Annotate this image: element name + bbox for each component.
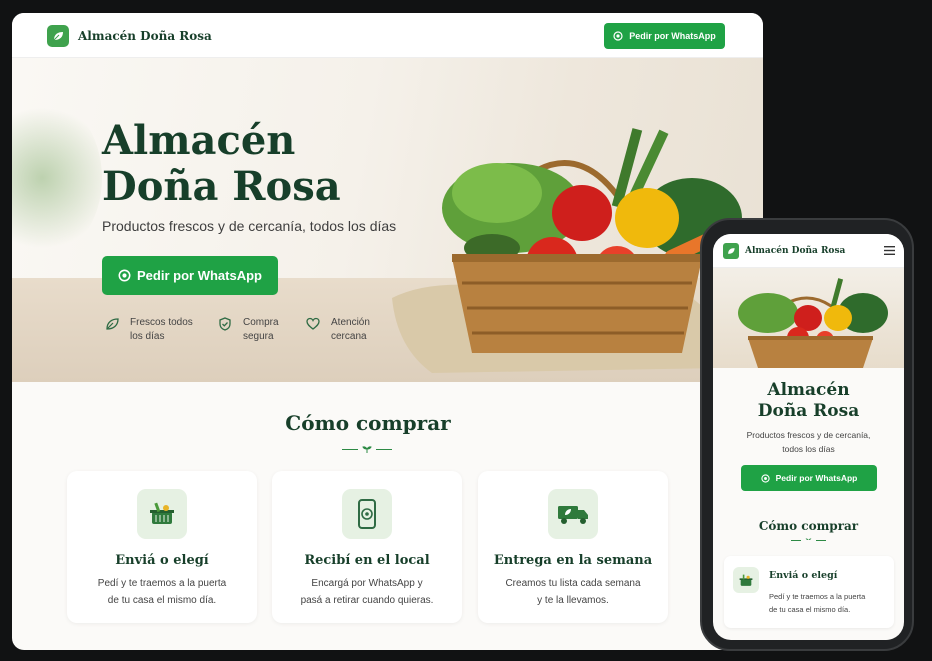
leaf-logo-icon <box>723 243 739 259</box>
step-2-line1: Encargá por WhatsApp y <box>311 578 423 589</box>
phone-whatsapp-icon <box>342 489 392 539</box>
mobile-hero-subtitle: Productos frescos y de cercanía, todos l… <box>713 428 904 456</box>
mobile-step-line1: Pedí y te traemos a la puerta <box>769 592 866 601</box>
feature-fresh: Frescos todos los días <box>104 316 193 344</box>
whatsapp-icon <box>118 269 131 282</box>
step-card-1: Enviá o elegí Pedí y te traemos a la pue… <box>67 471 257 623</box>
header-cta-label: Pedir por WhatsApp <box>629 31 716 41</box>
mobile-title-line2: Doña Rosa <box>757 401 860 421</box>
mobile-screen: Almacén Doña Rosa Almacén Doña Rosa Prod… <box>713 234 904 640</box>
sprout-icon <box>805 538 812 543</box>
mobile-step-desc: Pedí y te traemos a la puerta de tu casa… <box>769 590 865 616</box>
step-2-title: Recibí en el local <box>304 553 430 568</box>
basket-icon <box>733 567 759 593</box>
step-1-title: Enviá o elegí <box>115 553 209 568</box>
red-pepper <box>552 185 612 241</box>
heart-icon <box>306 317 320 330</box>
step-1-line2: de tu casa el mismo día. <box>107 595 217 606</box>
mobile-sub-line2: todos los días <box>782 444 835 454</box>
blurred-plant <box>12 98 102 258</box>
hero-cta-label: Pedir por WhatsApp <box>137 268 262 283</box>
vegetable-basket-image <box>738 278 888 368</box>
brand-name[interactable]: Almacén Doña Rosa <box>78 29 212 43</box>
delivery-truck-icon <box>548 489 598 539</box>
step-3-line2: y te la llevamos. <box>537 595 609 606</box>
hero-title-line1: Almacén <box>102 117 296 164</box>
sprout-icon <box>362 446 372 453</box>
mobile-header: Almacén Doña Rosa <box>713 234 904 268</box>
whatsapp-icon <box>613 31 623 41</box>
step-3-line1: Creamos tu lista cada semana <box>505 578 641 589</box>
feature-fresh-line2: los días <box>130 331 165 342</box>
leaf-logo-icon <box>47 25 69 47</box>
step-1-line1: Pedí y te traemos a la puerta <box>97 578 227 589</box>
hero-title: Almacén Doña Rosa <box>102 118 362 210</box>
basket <box>452 258 702 353</box>
step-3-title: Entrega en la semana <box>493 553 653 568</box>
mobile-sub-line1: Productos frescos y de cercanía, <box>746 430 871 440</box>
feature-secure-line2: segura <box>243 331 274 342</box>
mobile-step-line2: de tu casa el mismo día. <box>769 605 851 614</box>
mobile-hero-title: Almacén Doña Rosa <box>713 380 904 422</box>
hero-section: Almacén Doña Rosa Productos frescos y de… <box>12 58 763 382</box>
mobile-step-title: Enviá o elegí <box>769 570 838 581</box>
mobile-brand-name[interactable]: Almacén Doña Rosa <box>745 246 845 256</box>
mobile-whatsapp-button[interactable]: Pedir por WhatsApp <box>741 465 877 491</box>
mobile-cta-label: Pedir por WhatsApp <box>775 473 858 483</box>
feature-secure: Compra segura <box>217 316 279 344</box>
mobile-phone-frame: Almacén Doña Rosa Almacén Doña Rosa Prod… <box>700 218 914 651</box>
hero-subtitle: Productos frescos y de cercanía, todos l… <box>102 218 397 234</box>
whatsapp-icon <box>761 473 770 483</box>
step-card-2: Recibí en el local Encargá por WhatsApp … <box>272 471 462 623</box>
mobile-title-divider <box>791 537 826 543</box>
mobile-step-card: Enviá o elegí Pedí y te traemos a la pue… <box>724 556 894 628</box>
hero-title-line2: Doña Rosa <box>102 163 341 210</box>
yellow-pepper <box>615 188 679 248</box>
hero-whatsapp-button[interactable]: Pedir por WhatsApp <box>102 256 278 295</box>
leaf-icon <box>106 318 119 330</box>
desktop-window: Almacén Doña Rosa Pedir por WhatsApp Alm… <box>12 13 763 650</box>
header-whatsapp-button[interactable]: Pedir por WhatsApp <box>604 23 725 49</box>
feature-attention-line2: cercana <box>331 331 367 342</box>
feature-fresh-line1: Frescos todos <box>130 317 193 328</box>
title-divider <box>342 445 392 453</box>
hamburger-menu-icon[interactable] <box>884 246 895 255</box>
basket-icon <box>137 489 187 539</box>
step-2-line2: pasá a retirar cuando quieras. <box>300 595 434 606</box>
feature-attention: Atención cercana <box>305 316 370 344</box>
shield-icon <box>219 317 231 331</box>
feature-secure-line1: Compra <box>243 317 279 328</box>
site-header: Almacén Doña Rosa Pedir por WhatsApp <box>12 13 763 58</box>
how-title: Cómo comprar <box>285 411 451 435</box>
mobile-title-line1: Almacén <box>767 380 850 400</box>
mobile-hero-image <box>713 268 904 368</box>
feature-attention-line1: Atención <box>331 317 370 328</box>
mobile-how-title: Cómo comprar <box>758 519 859 533</box>
step-card-3: Entrega en la semana Creamos tu lista ca… <box>478 471 668 623</box>
